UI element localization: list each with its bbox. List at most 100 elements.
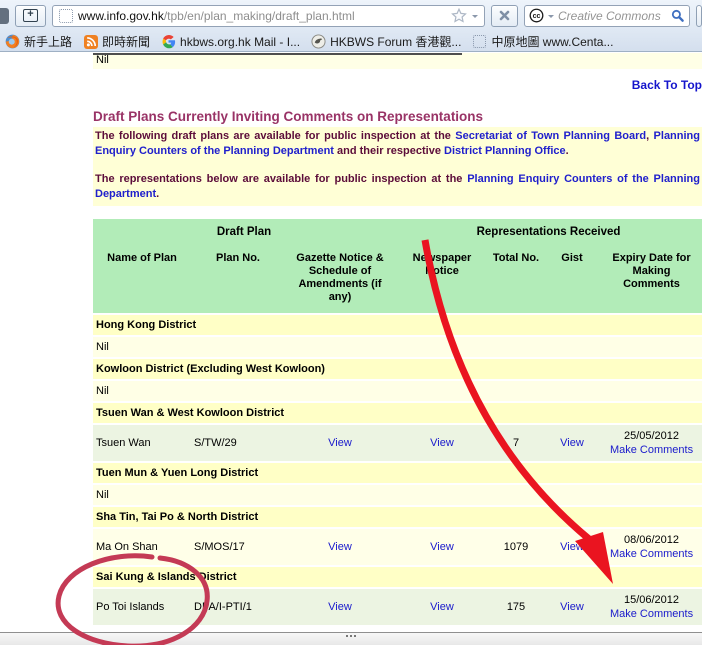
gazette-view-link[interactable]: View bbox=[328, 541, 352, 553]
make-comments-link[interactable]: Make Comments bbox=[604, 443, 699, 457]
bookmark-star-icon[interactable] bbox=[451, 8, 467, 23]
google-icon bbox=[161, 34, 176, 49]
gazette-cell: View bbox=[285, 529, 395, 565]
gist-cell: View bbox=[543, 425, 601, 461]
district-label: Tsuen Wan & West Kowloon District bbox=[93, 403, 702, 423]
column-header: Gist bbox=[543, 242, 601, 313]
plan-no-cell: S/TW/29 bbox=[191, 425, 285, 461]
search-input[interactable]: Creative Commons bbox=[558, 9, 667, 23]
intro-link[interactable]: District Planning Office bbox=[444, 145, 566, 157]
firefox-icon bbox=[5, 34, 20, 49]
urlbar-dropdown-icon[interactable] bbox=[472, 15, 478, 21]
search-box[interactable]: cc Creative Commons bbox=[524, 5, 690, 27]
gist-cell: View bbox=[543, 529, 601, 565]
favicon-placeholder-icon bbox=[59, 9, 73, 23]
bookmark-item[interactable]: hkbws.org.hk Mail - I... bbox=[161, 34, 300, 49]
plan-row: Tsuen WanS/TW/29 View View 7 View 25/05/2012M… bbox=[93, 425, 702, 461]
nil-label: Nil bbox=[93, 337, 702, 357]
nil-row: Nil bbox=[93, 485, 702, 505]
page-title: Draft Plans Currently Inviting Comments … bbox=[93, 109, 702, 124]
gist-view-link[interactable]: View bbox=[560, 437, 584, 449]
intro-text: , bbox=[646, 130, 653, 142]
bookmark-label: 新手上路 bbox=[24, 33, 72, 50]
expiry-cell: 25/05/2012Make Comments bbox=[601, 425, 702, 461]
expiry-date: 08/06/2012 bbox=[604, 533, 699, 547]
column-header: Newspaper Notice bbox=[395, 242, 489, 313]
intro-paragraph: The representations below are available … bbox=[95, 172, 700, 202]
gist-view-link[interactable]: View bbox=[560, 601, 584, 613]
back-to-top-link-top[interactable]: Back To Top bbox=[93, 78, 702, 92]
district-row: Sai Kung & Islands District bbox=[93, 567, 702, 587]
top-nil-row: Nil bbox=[93, 53, 702, 69]
gazette-cell: View bbox=[285, 425, 395, 461]
intro-paragraph: The following draft plans are available … bbox=[95, 129, 700, 159]
bookmark-label: 即時新聞 bbox=[102, 33, 150, 50]
new-tab-button[interactable] bbox=[15, 5, 46, 27]
district-row: Sha Tin, Tai Po & North District bbox=[93, 507, 702, 527]
clipped-right-button[interactable] bbox=[696, 5, 702, 27]
bookmark-item[interactable]: 中原地圖 www.Centa... bbox=[472, 33, 613, 50]
make-comments-link[interactable]: Make Comments bbox=[604, 547, 699, 561]
plan-name-cell: Ma On Shan bbox=[93, 529, 191, 565]
district-label: Kowloon District (Excluding West Kowloon… bbox=[93, 359, 702, 379]
stop-button[interactable] bbox=[491, 5, 518, 27]
hkbws-icon bbox=[311, 34, 326, 49]
clipped-toolbar-button[interactable] bbox=[0, 8, 9, 24]
browser-chrome: www.info.gov.hk/tpb/en/plan_making/draft… bbox=[0, 0, 702, 52]
magnifier-icon[interactable] bbox=[671, 9, 685, 23]
gazette-view-link[interactable]: View bbox=[328, 601, 352, 613]
nil-label: Nil bbox=[93, 485, 702, 505]
column-header: Expiry Date for Making Comments bbox=[601, 242, 702, 313]
bookmark-item[interactable]: HKBWS Forum 香港觀... bbox=[311, 33, 461, 50]
bookmark-item[interactable]: 即時新聞 bbox=[83, 33, 150, 50]
status-bar bbox=[0, 632, 702, 645]
group-header: Representations Received bbox=[395, 219, 702, 242]
district-row: Tuen Mun & Yuen Long District bbox=[93, 463, 702, 483]
table-header: Draft PlanRepresentations Received Name o… bbox=[93, 219, 702, 313]
district-row: Tsuen Wan & West Kowloon District bbox=[93, 403, 702, 423]
dotted-icon bbox=[472, 34, 487, 49]
nil-row: Nil bbox=[93, 337, 702, 357]
bookmark-item[interactable]: 新手上路 bbox=[5, 33, 72, 50]
plan-name-cell: Po Toi Islands bbox=[93, 589, 191, 625]
newspaper-cell: View bbox=[395, 529, 489, 565]
creative-commons-icon[interactable]: cc bbox=[529, 8, 544, 23]
navigation-toolbar: www.info.gov.hk/tpb/en/plan_making/draft… bbox=[0, 0, 702, 30]
expiry-cell: 08/06/2012Make Comments bbox=[601, 529, 702, 565]
intro-text: The following draft plans are available … bbox=[95, 130, 455, 142]
gazette-cell: View bbox=[285, 589, 395, 625]
gazette-view-link[interactable]: View bbox=[328, 437, 352, 449]
intro-link[interactable]: Secretariat of Town Planning Board bbox=[455, 130, 646, 142]
plan-row: Ma On ShanS/MOS/17ViewView1079View08/06/… bbox=[93, 529, 702, 565]
plan-name-cell: Tsuen Wan bbox=[93, 425, 191, 461]
intro-text: and their respective bbox=[334, 145, 444, 157]
make-comments-link[interactable]: Make Comments bbox=[604, 607, 699, 621]
column-header: Gazette Notice & Schedule of Amendments … bbox=[285, 242, 395, 313]
total-cell: 7 bbox=[489, 425, 543, 461]
intro-text: The representations below are available … bbox=[95, 173, 467, 185]
previous-table-edge bbox=[93, 53, 462, 55]
plus-in-box-icon bbox=[23, 9, 38, 22]
intro-text: . bbox=[566, 145, 569, 157]
column-header: Total No. bbox=[489, 242, 543, 313]
gist-view-link[interactable]: View bbox=[560, 541, 584, 553]
district-label: Tuen Mun & Yuen Long District bbox=[93, 463, 702, 483]
column-header: Name of Plan bbox=[93, 242, 191, 313]
url-bar[interactable]: www.info.gov.hk/tpb/en/plan_making/draft… bbox=[52, 5, 485, 27]
group-header: Draft Plan bbox=[93, 219, 395, 242]
district-row: Kowloon District (Excluding West Kowloon… bbox=[93, 359, 702, 379]
newspaper-cell: View bbox=[395, 425, 489, 461]
svg-text:cc: cc bbox=[533, 13, 541, 20]
bookmark-label: hkbws.org.hk Mail - I... bbox=[180, 35, 300, 49]
rss-icon bbox=[83, 34, 98, 49]
newspaper-view-link[interactable]: View bbox=[430, 437, 454, 449]
url-text: www.info.gov.hk/tpb/en/plan_making/draft… bbox=[78, 9, 446, 23]
intro-block: The following draft plans are available … bbox=[93, 127, 702, 206]
grip-dots-icon[interactable] bbox=[346, 635, 348, 637]
newspaper-view-link[interactable]: View bbox=[430, 601, 454, 613]
x-icon bbox=[499, 10, 510, 21]
plan-no-cell: DPA/I-PTI/1 bbox=[191, 589, 285, 625]
newspaper-view-link[interactable]: View bbox=[430, 541, 454, 553]
expiry-date: 25/05/2012 bbox=[604, 429, 699, 443]
search-engine-dropdown-icon[interactable] bbox=[548, 15, 554, 21]
